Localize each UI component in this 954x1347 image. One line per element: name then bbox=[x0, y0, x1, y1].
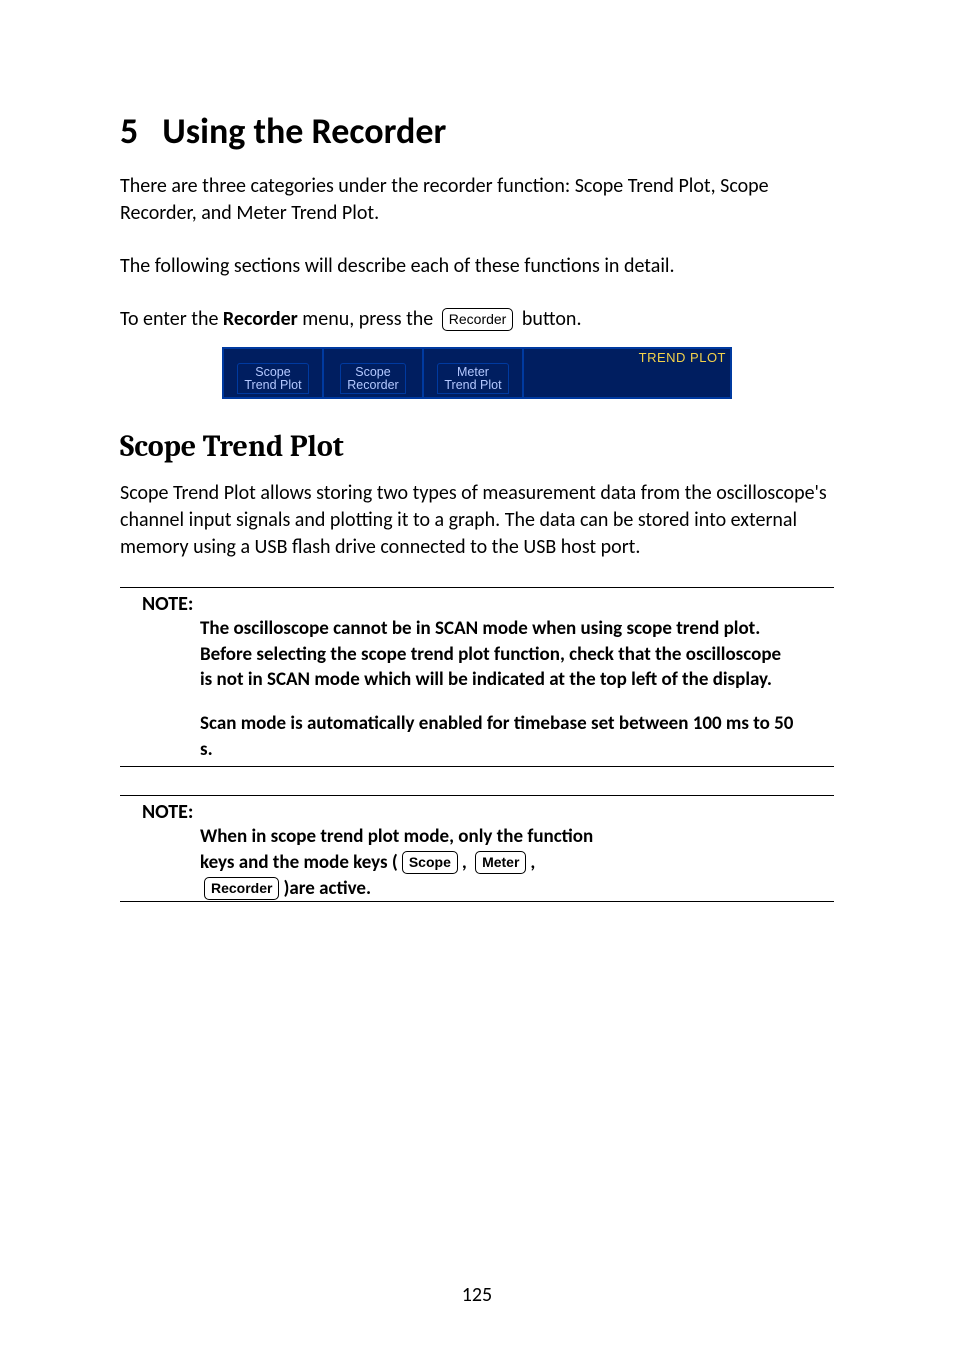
chapter-text: Using the Recorder bbox=[162, 109, 446, 153]
note2-label: NOTE: bbox=[142, 800, 834, 824]
recorder-button-icon: Recorder bbox=[442, 308, 514, 331]
section-heading-scope-trend-plot: Scope Trend Plot bbox=[120, 429, 834, 464]
note2-line2a: keys and the mode keys ( bbox=[200, 850, 398, 876]
chapter-title: 5 Using the Recorder bbox=[120, 110, 834, 153]
menubar-tab-scope-trend-plot: Scope Trend Plot bbox=[224, 349, 324, 397]
menubar-filler: TREND PLOT bbox=[524, 349, 730, 397]
enter-pre: To enter the bbox=[120, 306, 223, 333]
tab-inner: Meter Trend Plot bbox=[437, 363, 508, 394]
scope-button-icon: Scope bbox=[402, 851, 458, 874]
tab-line2: Trend Plot bbox=[244, 379, 301, 392]
note1-body: The oscilloscope cannot be in SCAN mode … bbox=[200, 616, 794, 762]
enter-post: button. bbox=[517, 306, 581, 333]
note2-line1-text: When in scope trend plot mode, only the … bbox=[200, 824, 593, 850]
menubar-tab-scope-recorder: Scope Recorder bbox=[324, 349, 424, 397]
chapter-number: 5 bbox=[120, 110, 138, 153]
recorder-button-icon-2: Recorder bbox=[204, 877, 279, 900]
note1-p2: Scan mode is automatically enabled for t… bbox=[200, 711, 794, 762]
menubar-title: TREND PLOT bbox=[639, 350, 726, 365]
note2-body: When in scope trend plot mode, only the … bbox=[200, 824, 794, 901]
note1-top-rule bbox=[120, 587, 834, 588]
note2-bottom-rule bbox=[120, 901, 834, 902]
note2-line2c: , bbox=[530, 850, 535, 876]
note2-top-rule bbox=[120, 795, 834, 796]
note2-line1: When in scope trend plot mode, only the … bbox=[200, 824, 794, 850]
intro-paragraph-1: There are three categories under the rec… bbox=[120, 173, 834, 227]
note2-line3-text: )are active. bbox=[283, 876, 371, 902]
menubar-tab-meter-trend-plot: Meter Trend Plot bbox=[424, 349, 524, 397]
note-block-2: NOTE: When in scope trend plot mode, onl… bbox=[120, 795, 834, 902]
note1-p1: The oscilloscope cannot be in SCAN mode … bbox=[200, 616, 794, 693]
tab-line2: Recorder bbox=[347, 379, 398, 392]
section-body-scope-trend-plot: Scope Trend Plot allows storing two type… bbox=[120, 480, 834, 561]
note1-label: NOTE: bbox=[142, 592, 834, 616]
note2-line2b: , bbox=[462, 850, 471, 876]
meter-button-icon: Meter bbox=[475, 851, 526, 874]
page: 5 Using the Recorder There are three cate… bbox=[0, 0, 954, 1347]
enter-mid: menu, press the bbox=[298, 306, 438, 333]
note1-bottom-rule bbox=[120, 766, 834, 767]
tab-inner: Scope Trend Plot bbox=[237, 363, 308, 394]
enter-recorder-line: To enter the Recorder menu, press the Re… bbox=[120, 306, 834, 333]
note2-line2: keys and the mode keys ( Scope , Meter , bbox=[200, 850, 794, 876]
menubar: Scope Trend Plot Scope Recorder Meter Tr… bbox=[222, 347, 732, 399]
enter-bold: Recorder bbox=[223, 306, 298, 333]
page-number: 125 bbox=[0, 1283, 954, 1307]
tab-line2: Trend Plot bbox=[444, 379, 501, 392]
menubar-figure: Scope Trend Plot Scope Recorder Meter Tr… bbox=[222, 347, 732, 399]
tab-inner: Scope Recorder bbox=[340, 363, 405, 394]
note2-line3: Recorder )are active. bbox=[200, 876, 794, 902]
note-block-1: NOTE: The oscilloscope cannot be in SCAN… bbox=[120, 587, 834, 767]
intro-paragraph-2: The following sections will describe eac… bbox=[120, 253, 834, 280]
